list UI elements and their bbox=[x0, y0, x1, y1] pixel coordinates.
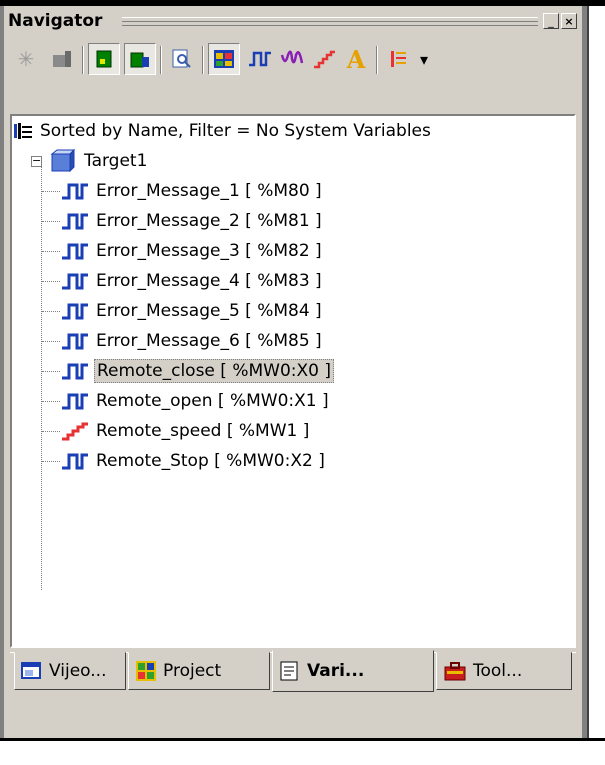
bool-variable-icon bbox=[62, 273, 88, 290]
tree-branch-line bbox=[42, 431, 60, 432]
tree-variable-item[interactable]: Error_Message_1 [ %M80 ] bbox=[60, 176, 324, 206]
target-cube-icon bbox=[50, 149, 76, 173]
toolbar-separator bbox=[160, 46, 162, 74]
tree-root-label: Target1 bbox=[84, 151, 148, 171]
ramp-signal-button[interactable] bbox=[308, 43, 340, 75]
tree-branch-line bbox=[42, 251, 60, 252]
toolbar-separator bbox=[376, 46, 378, 74]
column-list-button[interactable] bbox=[382, 43, 414, 75]
tree-item-label: Error_Message_3 [ %M82 ] bbox=[96, 241, 322, 261]
navigator-tabs: Vijeo... Project Vari... Tool... bbox=[10, 650, 576, 696]
tree-guide-line bbox=[41, 164, 42, 590]
text-variable-icon: A bbox=[346, 44, 366, 74]
asterisk-button[interactable]: ✳ bbox=[10, 43, 42, 75]
filter-status-text: Sorted by Name, Filter = No System Varia… bbox=[40, 121, 431, 141]
close-button[interactable]: × bbox=[561, 13, 577, 29]
dropdown-arrow-icon: ▾ bbox=[419, 49, 429, 69]
bool-signal-button[interactable] bbox=[244, 43, 276, 75]
asterisk-icon: ✳ bbox=[17, 47, 35, 71]
bool-variable-icon bbox=[62, 333, 88, 350]
tree-item-label: Error_Message_5 [ %M84 ] bbox=[96, 301, 322, 321]
tree-item-label: Error_Message_4 [ %M83 ] bbox=[96, 271, 322, 291]
column-filter-icon bbox=[14, 123, 32, 139]
tree-variable-item[interactable]: Error_Message_3 [ %M82 ] bbox=[60, 236, 324, 266]
bool-variable-icon bbox=[62, 303, 88, 320]
grid-view-icon bbox=[214, 50, 234, 68]
tree-item-label: Error_Message_2 [ %M81 ] bbox=[96, 211, 322, 231]
module-button[interactable] bbox=[88, 43, 120, 75]
tree-variable-item[interactable]: Error_Message_2 [ %M81 ] bbox=[60, 206, 324, 236]
tree-item-label: Error_Message_6 [ %M85 ] bbox=[96, 331, 322, 351]
ramp-signal-icon bbox=[314, 50, 335, 69]
analog-signal-button[interactable] bbox=[276, 43, 308, 75]
tree-item-label: Remote_Stop [ %MW0:X2 ] bbox=[96, 451, 325, 471]
text-variable-button[interactable]: A bbox=[340, 43, 372, 75]
tree-branch-line bbox=[42, 401, 60, 402]
ramp-variable-icon bbox=[62, 422, 88, 441]
tree-branch-line bbox=[42, 191, 60, 192]
tree-variable-item[interactable]: Remote_Stop [ %MW0:X2 ] bbox=[60, 446, 327, 476]
tree-variable-item[interactable]: Remote_speed [ %MW1 ] bbox=[60, 416, 311, 446]
tree-variable-item[interactable]: Error_Message_4 [ %M83 ] bbox=[60, 266, 324, 296]
bool-signal-icon bbox=[249, 51, 271, 67]
window-icon bbox=[21, 662, 41, 679]
tree-item-label: Remote_close [ %MW0:X0 ] bbox=[94, 359, 334, 383]
right-border bbox=[587, 6, 589, 738]
title-bar: Navigator _ × bbox=[4, 6, 582, 34]
toolbox-icon bbox=[444, 662, 466, 681]
bool-variable-icon bbox=[62, 453, 88, 470]
tree-root-target1[interactable]: Target1 bbox=[50, 146, 149, 176]
toolbar-separator bbox=[202, 46, 204, 74]
zoom-page-icon bbox=[172, 49, 191, 68]
tree-branch-line bbox=[42, 221, 60, 222]
bool-variable-icon bbox=[62, 183, 88, 200]
device-icon bbox=[53, 51, 71, 67]
project-icon bbox=[136, 661, 156, 681]
tree-variable-item[interactable]: Error_Message_6 [ %M85 ] bbox=[60, 326, 324, 356]
tree-variable-item[interactable]: Remote_close [ %MW0:X0 ] bbox=[60, 356, 334, 386]
analog-signal-icon bbox=[280, 50, 304, 64]
tree-branch-line bbox=[42, 461, 60, 462]
tab-variables[interactable]: Vari... bbox=[272, 650, 434, 692]
tab-label: Vari... bbox=[307, 661, 365, 681]
tab-label: Vijeo... bbox=[49, 661, 107, 681]
bool-variable-icon bbox=[62, 363, 88, 380]
tree-item-label: Remote_speed [ %MW1 ] bbox=[96, 421, 310, 441]
bool-variable-icon bbox=[62, 393, 88, 410]
green-modules-icon bbox=[130, 52, 149, 68]
tree-variable-item[interactable]: Remote_open [ %MW0:X1 ] bbox=[60, 386, 331, 416]
tree-item-label: Remote_open [ %MW0:X1 ] bbox=[96, 391, 329, 411]
tree-branch-line bbox=[42, 311, 60, 312]
tab-toolbox[interactable]: Tool... bbox=[436, 652, 572, 690]
toolbar-dropdown-button[interactable]: ▾ bbox=[414, 43, 434, 75]
grid-view-button[interactable] bbox=[208, 43, 240, 75]
tree-variable-item[interactable]: Error_Message_5 [ %M84 ] bbox=[60, 296, 324, 326]
tab-vijeo[interactable]: Vijeo... bbox=[14, 652, 126, 690]
filter-status-row: Sorted by Name, Filter = No System Varia… bbox=[12, 116, 433, 146]
variables-tree[interactable]: Sorted by Name, Filter = No System Varia… bbox=[10, 114, 576, 648]
zoom-page-button[interactable] bbox=[166, 43, 198, 75]
window-title: Navigator bbox=[8, 11, 103, 31]
tree-branch-line bbox=[42, 281, 60, 282]
tab-project[interactable]: Project bbox=[128, 652, 270, 690]
minimize-button[interactable]: _ bbox=[543, 13, 559, 29]
bool-variable-icon bbox=[62, 243, 88, 260]
column-list-icon bbox=[391, 51, 406, 67]
bottom-border bbox=[0, 738, 605, 741]
bool-variable-icon bbox=[62, 213, 88, 230]
modules-button[interactable] bbox=[124, 43, 156, 75]
tab-label: Tool... bbox=[473, 661, 523, 681]
toolbar: ✳ A ▾ bbox=[4, 36, 582, 84]
green-module-icon bbox=[96, 50, 112, 68]
drag-grip[interactable] bbox=[122, 17, 538, 26]
tree-item-label: Error_Message_1 [ %M80 ] bbox=[96, 181, 322, 201]
device-button[interactable] bbox=[46, 43, 78, 75]
toolbar-separator bbox=[82, 46, 84, 74]
tree-branch-line bbox=[42, 341, 60, 342]
variables-icon bbox=[280, 661, 298, 681]
tab-label: Project bbox=[163, 661, 222, 681]
tree-branch-line bbox=[42, 371, 60, 372]
